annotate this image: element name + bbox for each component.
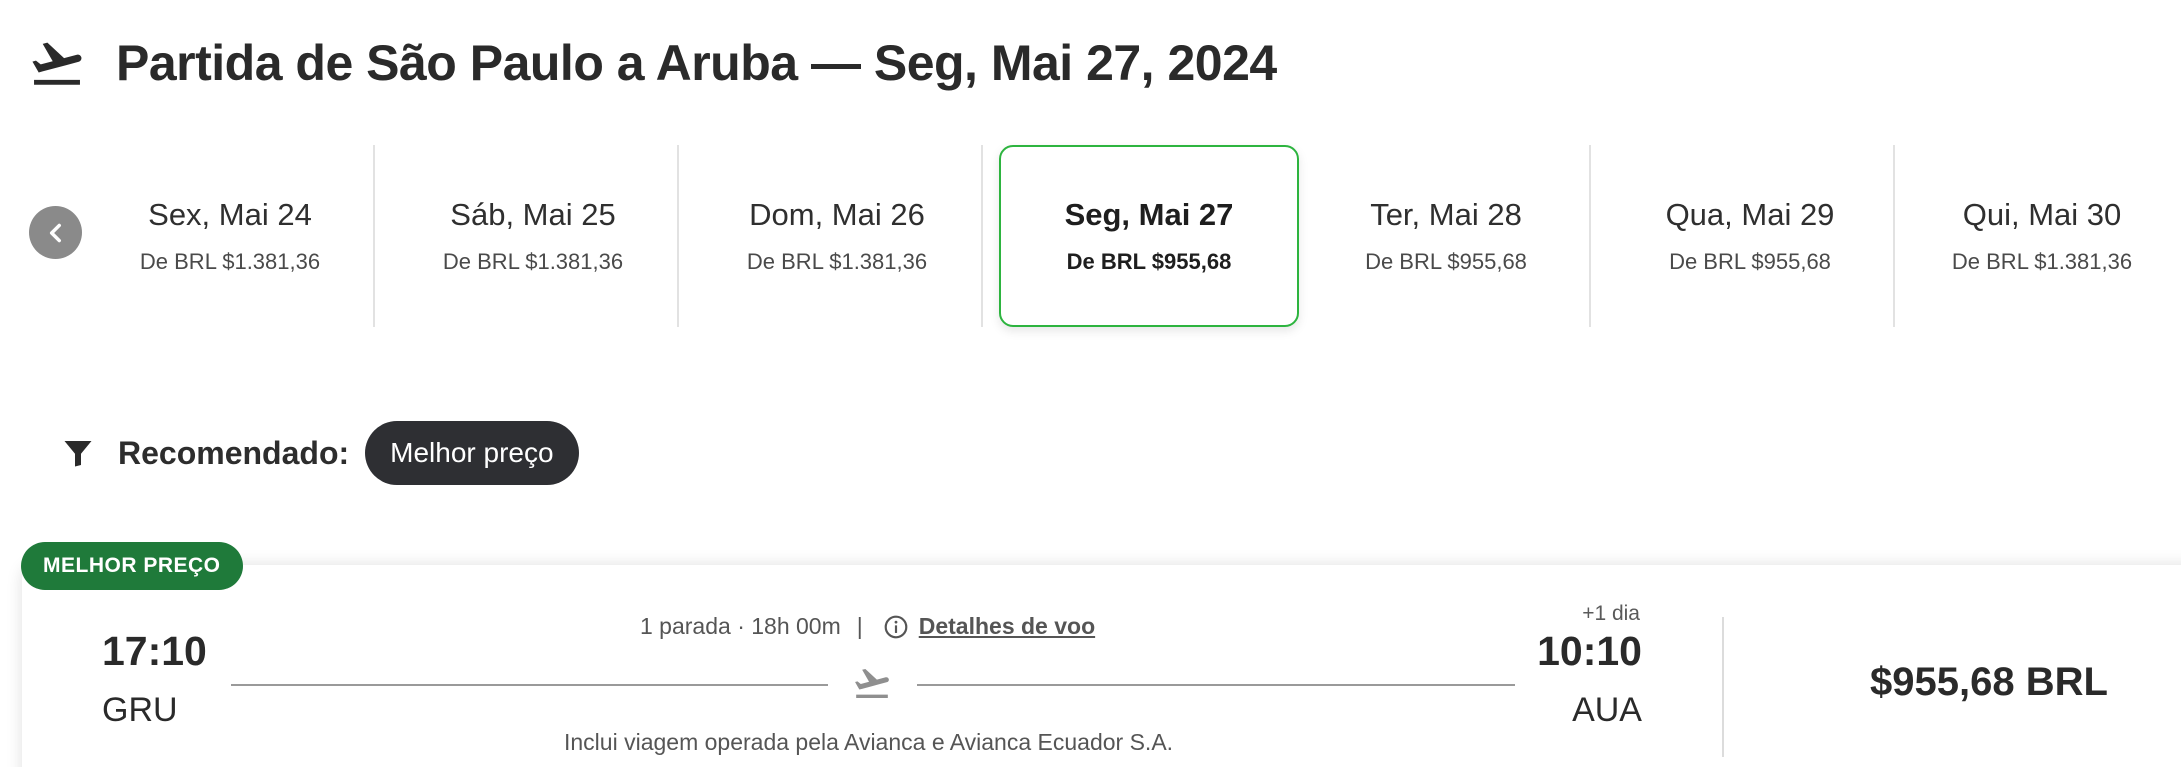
- date-label: Dom, Mai 26: [749, 197, 925, 232]
- departure-time: 17:10: [102, 628, 207, 674]
- date-option-mai-24[interactable]: Sex, Mai 24 De BRL $1.381,36: [80, 145, 380, 327]
- date-label: Sex, Mai 24: [148, 197, 312, 232]
- card-divider: [1722, 617, 1724, 757]
- date-price: De BRL $1.381,36: [1951, 249, 2133, 274]
- operated-by-note: Inclui viagem operada pela Avianca e Avi…: [564, 729, 1174, 755]
- date-option-mai-29[interactable]: Qua, Mai 29 De BRL $955,68: [1600, 145, 1900, 327]
- route-line-right: [917, 684, 1515, 686]
- page-header: Partida de São Paulo a Aruba — Seg, Mai …: [28, 34, 1277, 92]
- flight-details-link[interactable]: Detalhes de voo: [919, 613, 1095, 640]
- date-divider: [373, 145, 375, 327]
- previous-dates-button[interactable]: [29, 206, 82, 259]
- airplane-takeoff-icon: [32, 42, 82, 85]
- page-title: Partida de São Paulo a Aruba — Seg, Mai …: [116, 35, 1277, 91]
- date-divider: [677, 145, 679, 327]
- date-option-mai-27-selected[interactable]: Seg, Mai 27 De BRL $955,68: [999, 145, 1299, 327]
- filter-icon: [64, 441, 92, 467]
- sort-bar: Recomendado: Melhor preço: [60, 421, 579, 485]
- date-price: De BRL $1.381,36: [746, 249, 928, 274]
- date-divider: [1589, 145, 1591, 327]
- date-price: De BRL $955,68: [1365, 249, 1527, 274]
- stops-duration: 1 parada · 18h 00m: [640, 613, 841, 639]
- date-label: Seg, Mai 27: [1064, 197, 1234, 232]
- date-selector: Sex, Mai 24 De BRL $1.381,36 Sáb, Mai 25…: [80, 145, 2181, 327]
- departure-airport-code: GRU: [102, 691, 178, 729]
- info-icon: [884, 615, 908, 638]
- route-line-left: [231, 684, 828, 686]
- arrival-airport-code: AUA: [1572, 691, 1642, 729]
- sort-label: Recomendado:: [118, 434, 350, 471]
- date-option-mai-30[interactable]: Qui, Mai 30 De BRL $1.381,36: [1903, 145, 2181, 327]
- date-divider: [981, 145, 983, 327]
- date-divider: [1893, 145, 1895, 327]
- date-label: Qui, Mai 30: [1962, 197, 2122, 232]
- airplane-takeoff-icon: [855, 668, 889, 698]
- next-day-indicator: +1 dia: [1582, 602, 1640, 625]
- date-option-mai-26[interactable]: Dom, Mai 26 De BRL $1.381,36: [687, 145, 987, 327]
- arrival-time: 10:10: [1537, 628, 1642, 674]
- date-option-mai-25[interactable]: Sáb, Mai 25 De BRL $1.381,36: [383, 145, 683, 327]
- date-price: De BRL $1.381,36: [442, 249, 624, 274]
- summary-separator: |: [856, 613, 863, 639]
- date-price: De BRL $955,68: [1669, 249, 1831, 274]
- date-label: Qua, Mai 29: [1665, 197, 1835, 232]
- date-price: De BRL $955,68: [1066, 249, 1232, 274]
- date-label: Sáb, Mai 25: [450, 197, 616, 232]
- flight-price: $955,68 BRL: [1870, 660, 2108, 704]
- best-price-badge: MELHOR PREÇO: [21, 542, 243, 590]
- flight-results-page: Partida de São Paulo a Aruba — Seg, Mai …: [0, 0, 2181, 767]
- chevron-left-icon: [49, 223, 61, 242]
- date-price: De BRL $1.381,36: [139, 249, 321, 274]
- sort-best-price-chip[interactable]: Melhor preço: [365, 421, 579, 485]
- date-label: Ter, Mai 28: [1370, 197, 1522, 232]
- flight-summary: 1 parada · 18h 00m | Detalhes de voo: [640, 613, 1095, 640]
- date-option-mai-28[interactable]: Ter, Mai 28 De BRL $955,68: [1296, 145, 1596, 327]
